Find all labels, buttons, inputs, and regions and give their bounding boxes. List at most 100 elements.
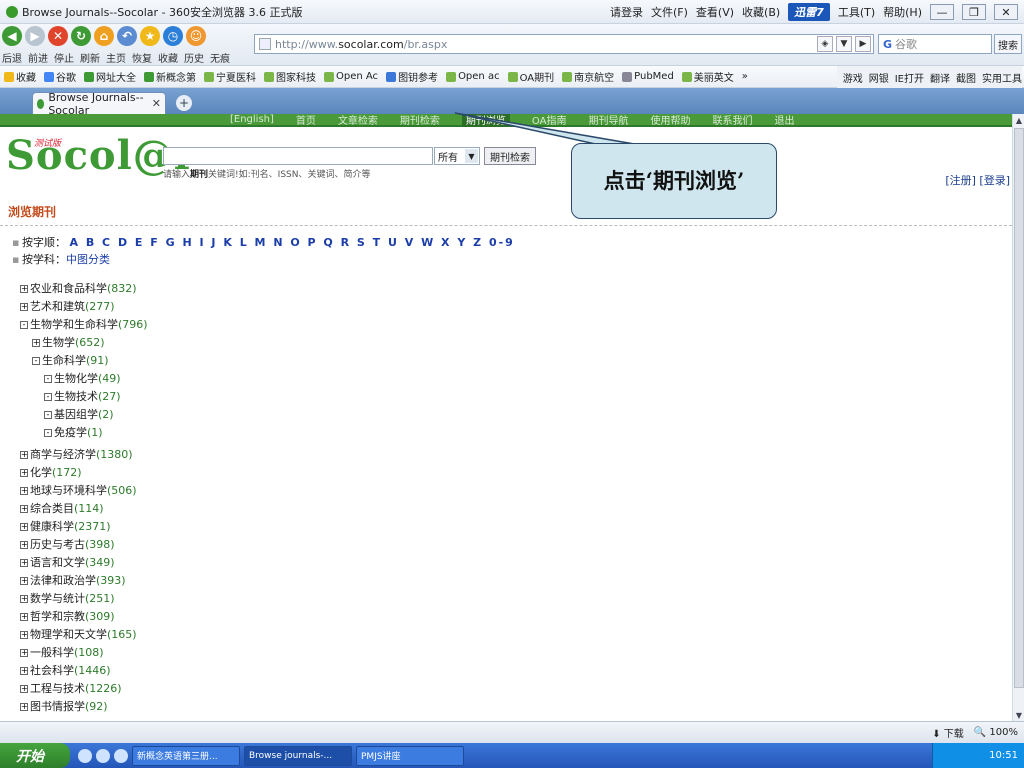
scroll-up-icon[interactable]: ▲ — [1013, 114, 1024, 126]
taskbar-button[interactable]: 新概念英语第三册... — [132, 745, 240, 766]
tree-node-label[interactable]: 历史与考古 — [30, 536, 85, 554]
quick-launch-icon[interactable] — [96, 748, 110, 763]
refresh-icon[interactable]: ↻ — [71, 26, 91, 46]
expand-icon[interactable]: + — [20, 469, 28, 477]
tree-node[interactable]: - 生命科学 (91) — [20, 352, 148, 370]
topnav-contact[interactable]: 联系我们 — [712, 114, 752, 127]
tree-node-label[interactable]: 化学 — [30, 464, 52, 482]
fav-item[interactable]: PubMed — [622, 71, 674, 82]
tree-node[interactable]: + 物理学和天文学 (165) — [20, 626, 148, 644]
xunlei-badge[interactable]: 迅雷7 — [788, 3, 830, 21]
tree-node-label[interactable]: 地球与环境科学 — [30, 482, 107, 500]
tree-node[interactable]: + 生物学 (652) — [20, 334, 148, 352]
expand-icon[interactable]: + — [20, 649, 28, 657]
fav-right-ie[interactable]: IE打开 — [895, 70, 924, 85]
nav-label-forward[interactable]: 前进 — [28, 50, 48, 65]
fav-item[interactable]: Open ac — [446, 71, 500, 82]
expand-icon[interactable]: + — [20, 613, 28, 621]
tree-node[interactable]: + 一般科学 (108) — [20, 644, 148, 662]
tree-node-label[interactable]: 生命科学 — [42, 352, 86, 370]
collapse-icon[interactable]: - — [44, 411, 52, 419]
fav-item[interactable]: 新概念第 — [144, 69, 196, 84]
quick-launch-icon[interactable] — [78, 748, 92, 763]
topnav-journal-nav[interactable]: 期刊导航 — [588, 114, 628, 127]
fav-item[interactable]: 收藏 — [4, 69, 36, 84]
nav-label-back[interactable]: 后退 — [2, 50, 22, 65]
zoom-level[interactable]: 100% — [989, 727, 1018, 738]
login-link[interactable]: 请登录 — [610, 4, 643, 20]
menu-file[interactable]: 文件(F) — [651, 4, 688, 20]
zoom-icon[interactable]: 🔍 100% — [974, 727, 1018, 738]
expand-icon[interactable]: + — [20, 667, 28, 675]
history-icon[interactable]: ◷ — [163, 26, 183, 46]
topnav-journal-browse[interactable]: 期刊浏览 — [461, 114, 510, 127]
tree-node[interactable]: + 农业和食品科学 (832) — [20, 280, 148, 298]
tree-node-label[interactable]: 生物化学 — [54, 370, 98, 388]
tree-node-label[interactable]: 基因组学 — [54, 406, 98, 424]
tree-node[interactable]: - 基因组学 (2) — [20, 406, 148, 424]
expand-icon[interactable]: + — [20, 631, 28, 639]
tree-node-label[interactable]: 哲学和宗教 — [30, 608, 85, 626]
nav-label-home[interactable]: 主页 — [106, 50, 126, 65]
expand-icon[interactable]: + — [20, 595, 28, 603]
tree-node[interactable]: + 图书情报学 (92) — [20, 698, 148, 716]
tree-node[interactable]: + 历史与考古 (398) — [20, 536, 148, 554]
tree-node-label[interactable]: 生物技术 — [54, 388, 98, 406]
tree-node-label[interactable]: 生物学和生命科学 — [30, 316, 118, 334]
tree-node-label[interactable]: 生物学 — [42, 334, 75, 352]
topnav-oa-guide[interactable]: OA指南 — [532, 114, 567, 127]
security-icon[interactable]: ◈ — [817, 36, 833, 52]
tree-node-label[interactable]: 图书情报学 — [30, 698, 85, 716]
fav-item[interactable]: 网址大全 — [84, 69, 136, 84]
tree-node-label[interactable]: 工程与技术 — [30, 680, 85, 698]
login-link-site[interactable]: [登录] — [979, 174, 1010, 187]
menu-tools[interactable]: 工具(T) — [838, 4, 875, 20]
tab-close-icon[interactable]: ✕ — [152, 97, 161, 110]
tree-node-label[interactable]: 综合类目 — [30, 500, 74, 518]
forward-icon[interactable]: ▶ — [25, 26, 45, 46]
tree-node[interactable]: + 语言和文学 (349) — [20, 554, 148, 572]
expand-icon[interactable]: + — [20, 541, 28, 549]
tree-node[interactable]: + 数学与统计 (251) — [20, 590, 148, 608]
maximize-button[interactable]: ❐ — [962, 4, 986, 20]
fav-item[interactable]: 图钥参考 — [386, 69, 438, 84]
fav-right-tools[interactable]: 实用工具 — [982, 70, 1022, 85]
tree-node-label[interactable]: 法律和政治学 — [30, 572, 96, 590]
nav-label-restore[interactable]: 恢复 — [132, 50, 152, 65]
fav-item[interactable]: 美丽英文 — [681, 69, 734, 84]
expand-icon[interactable]: + — [20, 577, 28, 585]
expand-icon[interactable]: + — [20, 559, 28, 567]
fav-item[interactable]: 南京航空 — [562, 69, 614, 84]
menu-view[interactable]: 查看(V) — [696, 4, 734, 20]
close-button[interactable]: ✕ — [994, 4, 1018, 20]
topnav-logout[interactable]: 退出 — [774, 114, 794, 127]
search-input[interactable]: G 谷歌 — [878, 34, 992, 54]
go-icon[interactable]: ▶ — [855, 36, 871, 52]
tree-node[interactable]: - 免疫学 (1) — [20, 424, 148, 442]
nav-label-favorites[interactable]: 收藏 — [158, 50, 178, 65]
tree-node-label[interactable]: 数学与统计 — [30, 590, 85, 608]
stop-icon[interactable]: ✕ — [48, 26, 68, 46]
tree-node-label[interactable]: 物理学和天文学 — [30, 626, 107, 644]
tree-node-label[interactable]: 商学与经济学 — [30, 446, 96, 464]
tree-node[interactable]: + 哲学和宗教 (309) — [20, 608, 148, 626]
favorites-star-icon[interactable]: ★ — [140, 26, 160, 46]
tree-node-label[interactable]: 一般科学 — [30, 644, 74, 662]
expand-icon[interactable]: + — [32, 339, 40, 347]
tree-node[interactable]: - 生物技术 (27) — [20, 388, 148, 406]
tree-node-label[interactable]: 语言和文学 — [30, 554, 85, 572]
expand-icon[interactable]: + — [20, 487, 28, 495]
tree-node[interactable]: + 健康科学 (2371) — [20, 518, 148, 536]
expand-icon[interactable]: + — [20, 451, 28, 459]
collapse-icon[interactable]: - — [44, 375, 52, 383]
tree-node-label[interactable]: 艺术和建筑 — [30, 298, 85, 316]
expand-icon[interactable]: + — [20, 285, 28, 293]
expand-icon[interactable]: + — [20, 303, 28, 311]
dropdown-icon[interactable]: ▼ — [836, 36, 852, 52]
tree-node-label[interactable]: 健康科学 — [30, 518, 74, 536]
topnav-article-search[interactable]: 文章检索 — [338, 114, 378, 127]
nav-label-stop[interactable]: 停止 — [54, 50, 74, 65]
topnav-journal-search[interactable]: 期刊检索 — [400, 114, 440, 127]
fav-item[interactable]: 宁夏医科 — [204, 69, 256, 84]
fav-item[interactable]: 图家科技 — [264, 69, 316, 84]
